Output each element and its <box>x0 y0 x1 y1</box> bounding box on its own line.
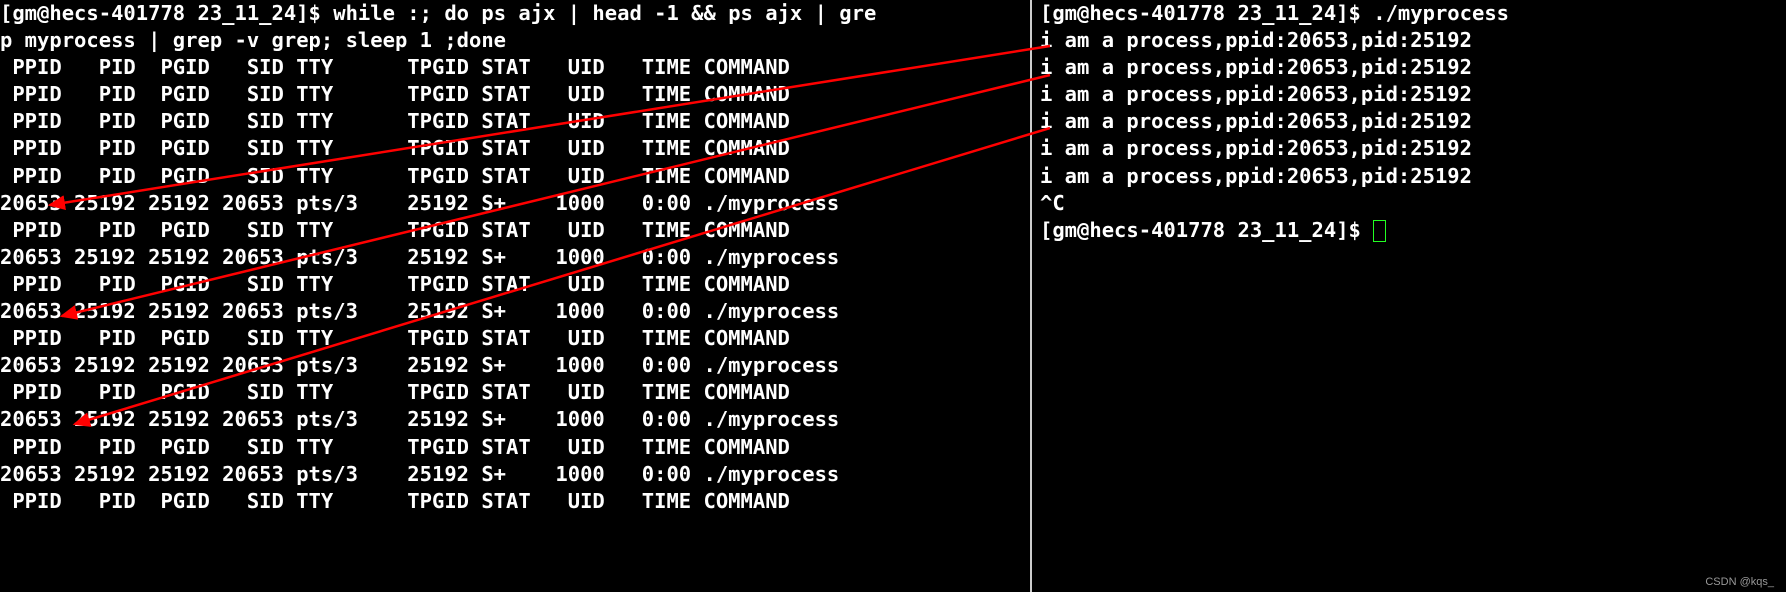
ps-process-row: 20653 25192 25192 20653 pts/3 25192 S+ 1… <box>0 406 1030 433</box>
interrupt-signal: ^C <box>1040 190 1786 217</box>
terminal-right-pane[interactable]: [gm@hecs-401778 23_11_24]$ ./myprocess i… <box>1032 0 1786 592</box>
command-text: ./myprocess <box>1373 1 1509 25</box>
prompt-line: [gm@hecs-401778 23_11_24]$ ./myprocess <box>1040 0 1786 27</box>
process-output-line: i am a process,ppid:20653,pid:25192 <box>1040 54 1786 81</box>
terminal-left-pane[interactable]: [gm@hecs-401778 23_11_24]$ while :; do p… <box>0 0 1032 592</box>
ps-header-row: PPID PID PGID SID TTY TPGID STAT UID TIM… <box>0 271 1030 298</box>
process-output-line: i am a process,ppid:20653,pid:25192 <box>1040 81 1786 108</box>
ps-process-row: 20653 25192 25192 20653 pts/3 25192 S+ 1… <box>0 190 1030 217</box>
ps-header-row: PPID PID PGID SID TTY TPGID STAT UID TIM… <box>0 379 1030 406</box>
ps-header-row: PPID PID PGID SID TTY TPGID STAT UID TIM… <box>0 434 1030 461</box>
ps-header-row: PPID PID PGID SID TTY TPGID STAT UID TIM… <box>0 488 1030 515</box>
watermark-text: CSDN @kqs_ <box>1705 576 1774 588</box>
ps-process-row: 20653 25192 25192 20653 pts/3 25192 S+ 1… <box>0 244 1030 271</box>
cursor-block-icon <box>1373 220 1386 242</box>
ps-process-row: 20653 25192 25192 20653 pts/3 25192 S+ 1… <box>0 352 1030 379</box>
ps-header-row: PPID PID PGID SID TTY TPGID STAT UID TIM… <box>0 135 1030 162</box>
prompt-line: [gm@hecs-401778 23_11_24]$ <box>1040 217 1786 244</box>
command-text: while :; do ps ajx | head -1 && ps ajx |… <box>333 1 876 25</box>
process-output-line: i am a process,ppid:20653,pid:25192 <box>1040 108 1786 135</box>
ps-header-row: PPID PID PGID SID TTY TPGID STAT UID TIM… <box>0 81 1030 108</box>
ps-header-row: PPID PID PGID SID TTY TPGID STAT UID TIM… <box>0 54 1030 81</box>
process-output-line: i am a process,ppid:20653,pid:25192 <box>1040 163 1786 190</box>
process-output-line: i am a process,ppid:20653,pid:25192 <box>1040 135 1786 162</box>
ps-header-row: PPID PID PGID SID TTY TPGID STAT UID TIM… <box>0 217 1030 244</box>
ps-header-row: PPID PID PGID SID TTY TPGID STAT UID TIM… <box>0 163 1030 190</box>
ps-header-row: PPID PID PGID SID TTY TPGID STAT UID TIM… <box>0 325 1030 352</box>
ps-process-row: 20653 25192 25192 20653 pts/3 25192 S+ 1… <box>0 298 1030 325</box>
shell-prompt: [gm@hecs-401778 23_11_24]$ <box>1040 218 1373 242</box>
ps-header-row: PPID PID PGID SID TTY TPGID STAT UID TIM… <box>0 108 1030 135</box>
command-continuation: p myprocess | grep -v grep; sleep 1 ;don… <box>0 27 1030 54</box>
shell-prompt: [gm@hecs-401778 23_11_24]$ <box>1040 1 1373 25</box>
shell-prompt: [gm@hecs-401778 23_11_24]$ <box>0 1 333 25</box>
prompt-line: [gm@hecs-401778 23_11_24]$ while :; do p… <box>0 0 1030 27</box>
ps-process-row: 20653 25192 25192 20653 pts/3 25192 S+ 1… <box>0 461 1030 488</box>
process-output-line: i am a process,ppid:20653,pid:25192 <box>1040 27 1786 54</box>
